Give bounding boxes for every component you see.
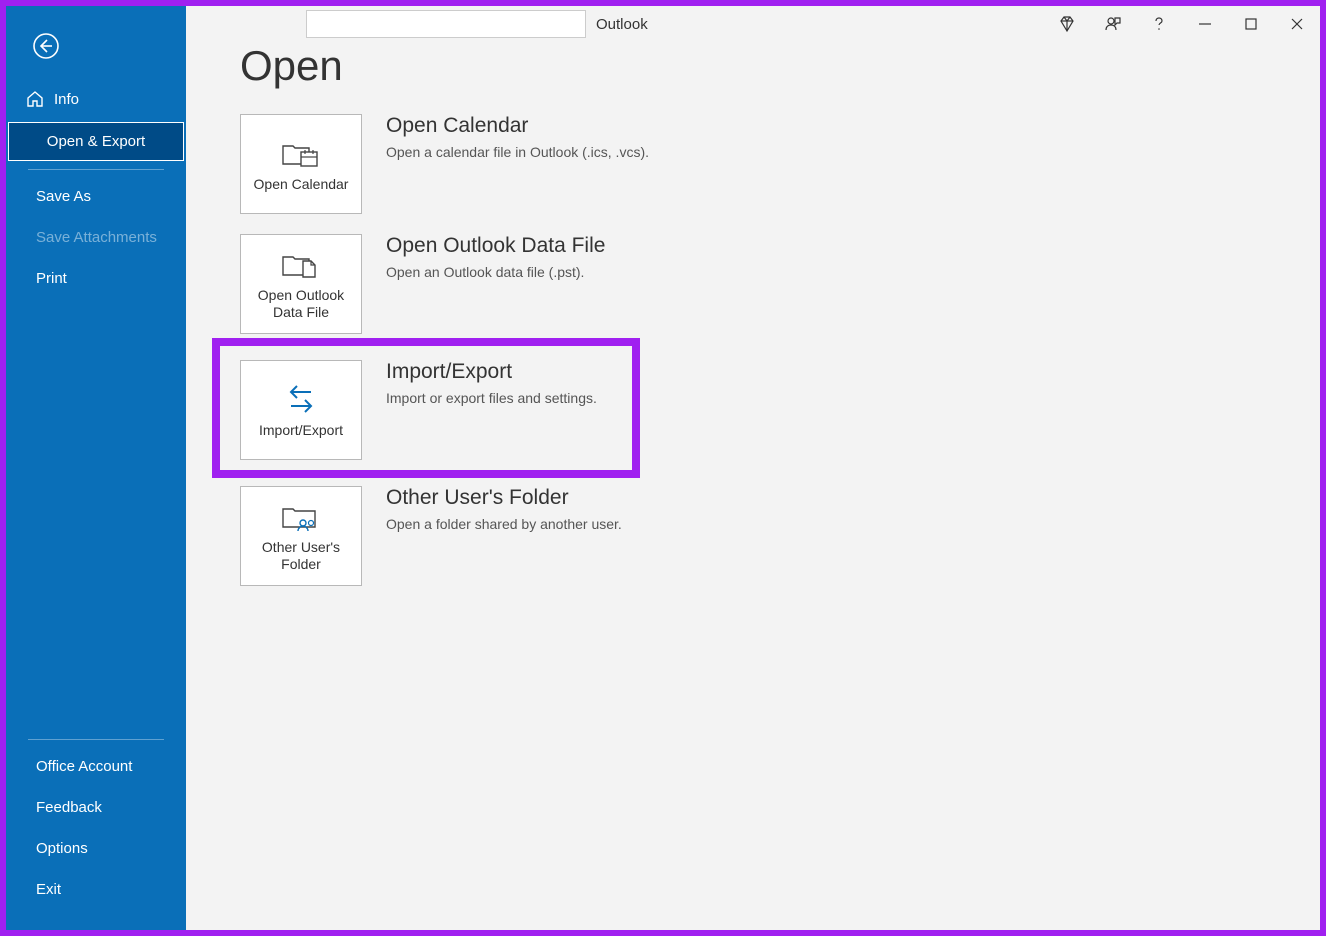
person-chat-icon	[1104, 15, 1122, 33]
other-user-folder-button[interactable]: Other User's Folder	[240, 486, 362, 586]
sidebar-divider	[28, 739, 164, 740]
sidebar-item-label: Save As	[36, 188, 91, 205]
sidebar-item-open-export[interactable]: Open & Export	[8, 122, 184, 161]
open-data-file-button[interactable]: Open Outlook Data File	[240, 234, 362, 334]
titlebar-search[interactable]	[306, 10, 586, 38]
option-row-open-data-file: Open Outlook Data File Open Outlook Data…	[240, 234, 1320, 334]
help-icon	[1150, 15, 1168, 33]
import-export-button[interactable]: Import/Export	[240, 360, 362, 460]
sidebar-item-label: Save Attachments	[36, 229, 157, 246]
maximize-button[interactable]	[1228, 6, 1274, 42]
option-row-import-export: Import/Export Import/Export Import or ex…	[240, 354, 1320, 466]
close-icon	[1288, 15, 1306, 33]
open-calendar-button[interactable]: Open Calendar	[240, 114, 362, 214]
sidebar-item-label: Options	[36, 840, 88, 857]
option-desc: Open a folder shared by another user.	[386, 516, 622, 532]
sidebar-item-print[interactable]: Print	[6, 258, 186, 299]
minimize-icon	[1196, 15, 1214, 33]
option-desc: Open a calendar file in Outlook (.ics, .…	[386, 144, 649, 160]
option-heading: Open Outlook Data File	[386, 234, 605, 258]
minimize-button[interactable]	[1182, 6, 1228, 42]
tile-label: Other User's Folder	[245, 539, 357, 573]
maximize-icon	[1242, 15, 1260, 33]
tile-label: Open Outlook Data File	[245, 287, 357, 321]
folder-users-icon	[281, 501, 321, 533]
folder-file-icon	[281, 249, 321, 281]
option-heading: Import/Export	[386, 360, 597, 384]
app-name: Outlook	[596, 16, 648, 33]
option-heading: Other User's Folder	[386, 486, 622, 510]
sidebar-item-exit[interactable]: Exit	[6, 869, 186, 910]
sidebar-item-save-as[interactable]: Save As	[6, 176, 186, 217]
tile-label: Import/Export	[259, 422, 343, 439]
tile-label: Open Calendar	[254, 176, 349, 193]
home-icon	[26, 90, 44, 108]
calendar-folder-icon	[281, 138, 321, 170]
sidebar-item-label: Exit	[36, 881, 61, 898]
help-button[interactable]	[1136, 6, 1182, 42]
backstage-main: Open Open Calendar Open Calendar Ope	[186, 6, 1320, 930]
titlebar: Outlook	[6, 6, 1320, 42]
sidebar-item-save-attachments: Save Attachments	[6, 217, 186, 258]
sidebar-item-label: Office Account	[36, 758, 132, 775]
sidebar-item-feedback[interactable]: Feedback	[6, 787, 186, 828]
option-row-other-user-folder: Other User's Folder Other User's Folder …	[240, 486, 1320, 586]
option-row-open-calendar: Open Calendar Open Calendar Open a calen…	[240, 114, 1320, 214]
option-desc: Open an Outlook data file (.pst).	[386, 264, 605, 280]
sidebar-item-label: Print	[36, 270, 67, 287]
backstage-sidebar: Info Open & Export Save As Save Attachme…	[6, 6, 186, 930]
diamond-icon	[1058, 15, 1076, 33]
sidebar-item-info[interactable]: Info	[6, 78, 186, 120]
sidebar-item-label: Feedback	[36, 799, 102, 816]
sidebar-item-options[interactable]: Options	[6, 828, 186, 869]
account-button[interactable]	[1090, 6, 1136, 42]
import-export-arrows-icon	[281, 384, 321, 416]
premium-button[interactable]	[1044, 6, 1090, 42]
option-desc: Import or export files and settings.	[386, 390, 597, 406]
option-heading: Open Calendar	[386, 114, 649, 138]
sidebar-item-label: Open & Export	[47, 133, 145, 150]
page-title: Open	[240, 42, 1320, 90]
close-button[interactable]	[1274, 6, 1320, 42]
sidebar-item-office-account[interactable]: Office Account	[6, 746, 186, 787]
sidebar-divider	[28, 169, 164, 170]
sidebar-item-label: Info	[54, 91, 79, 108]
